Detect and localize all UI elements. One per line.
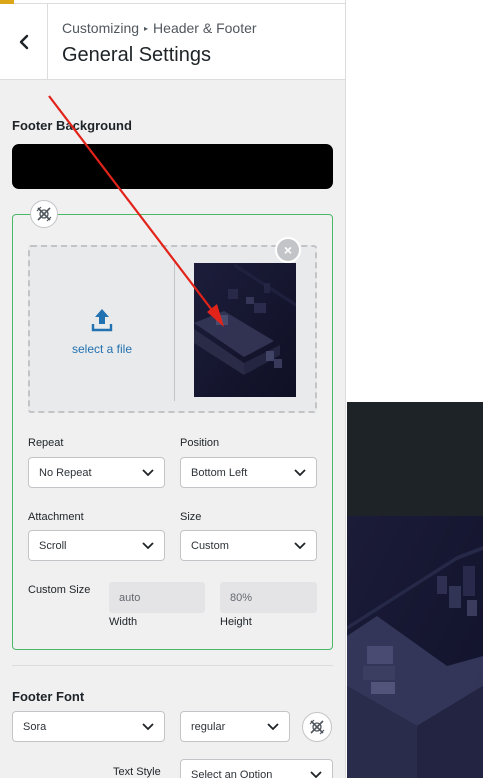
size-label: Size (180, 511, 202, 523)
attachment-value: Scroll (39, 539, 67, 552)
chevron-down-icon (294, 469, 306, 477)
font-family-value: Sora (23, 720, 47, 733)
select-file-button[interactable]: select a file (42, 307, 162, 356)
footer-preview (347, 516, 483, 778)
background-image-thumbnail (194, 263, 296, 397)
page-title: General Settings (62, 44, 211, 66)
reset-icon (309, 719, 325, 735)
position-select[interactable]: Bottom Left (180, 457, 317, 488)
font-variant-select[interactable]: regular (180, 711, 290, 742)
chevron-down-icon (310, 771, 322, 778)
upload-divider (174, 263, 175, 401)
position-label: Position (180, 437, 220, 449)
footer-background-label: Footer Background (12, 118, 132, 133)
repeat-select[interactable]: No Repeat (28, 457, 165, 488)
customizer-panel: Customizing ▸ Header & Footer General Se… (0, 0, 346, 778)
font-variant-value: regular (191, 720, 226, 733)
attachment-label: Attachment (28, 511, 84, 523)
breadcrumb: Customizing ▸ Header & Footer (62, 20, 257, 36)
footer-font-label: Footer Font (12, 689, 85, 704)
section-header: Customizing ▸ Header & Footer General Se… (0, 4, 345, 80)
custom-height-input[interactable]: 80% (220, 582, 317, 613)
chevron-left-icon (19, 34, 28, 50)
font-reset-button[interactable] (302, 712, 332, 742)
footer-background-color-swatch[interactable] (12, 144, 333, 189)
chevron-down-icon (142, 469, 154, 477)
size-select[interactable]: Custom (180, 530, 317, 561)
close-icon: × (283, 242, 293, 258)
upload-icon (91, 309, 113, 332)
breadcrumb-separator: ▸ (144, 23, 149, 33)
font-family-select[interactable]: Sora (12, 711, 165, 742)
text-style-value: Select an Option (191, 768, 273, 778)
text-style-label: Text Style (113, 766, 161, 778)
repeat-value: No Repeat (39, 466, 92, 479)
image-upload-area: select a file (28, 245, 317, 413)
chevron-down-icon (142, 542, 154, 550)
custom-size-label: Custom Size (28, 584, 91, 596)
breadcrumb-section: Header & Footer (153, 20, 257, 36)
attachment-select[interactable]: Scroll (28, 530, 165, 561)
custom-width-label: Width (109, 616, 138, 628)
position-value: Bottom Left (191, 466, 248, 479)
custom-height-label: Height (220, 616, 252, 628)
text-style-select[interactable]: Select an Option (180, 759, 333, 778)
breadcrumb-root: Customizing (62, 20, 140, 36)
chevron-down-icon (267, 723, 279, 731)
chevron-down-icon (142, 723, 154, 731)
custom-width-input[interactable]: auto (109, 582, 205, 613)
select-file-label: select a file (71, 342, 133, 356)
remove-image-button[interactable]: × (275, 237, 301, 263)
chevron-down-icon (294, 542, 306, 550)
divider (12, 665, 333, 666)
site-preview (347, 402, 483, 778)
background-reset-button[interactable] (30, 200, 58, 228)
repeat-label: Repeat (28, 437, 64, 449)
back-button[interactable] (0, 4, 48, 80)
reset-icon (36, 206, 52, 222)
size-value: Custom (191, 539, 229, 552)
